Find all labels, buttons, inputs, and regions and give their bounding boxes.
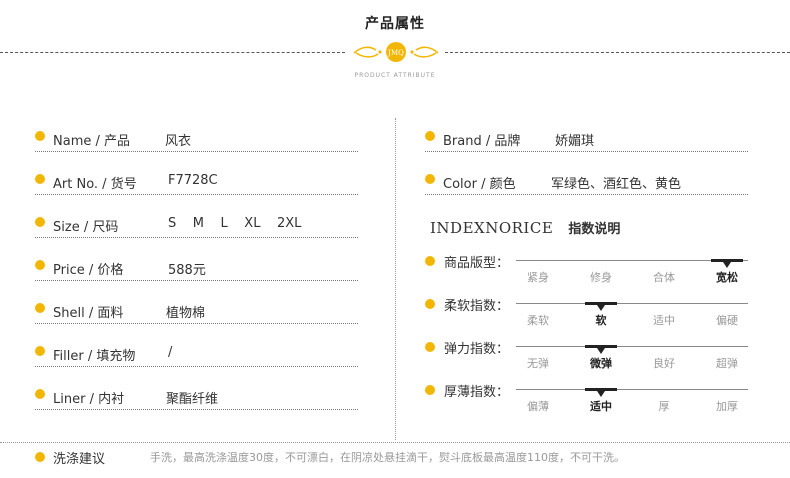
scale-option: 偏硬: [716, 314, 738, 327]
bullet-icon: [425, 385, 435, 395]
attribute-label: Name / 产品: [53, 134, 130, 149]
care-label: 洗涤建议: [53, 452, 106, 467]
scale-option: 适中: [590, 400, 612, 413]
index-title-en: INDEXNORICE: [430, 219, 554, 237]
bullet-icon: [35, 174, 45, 184]
bullet-icon: [35, 131, 45, 141]
scale-option: 厚: [658, 400, 670, 413]
attribute-label: Art No. / 货号: [53, 177, 137, 192]
bullet-icon: [35, 260, 45, 270]
section-subtitle: PRODUCT ATTRIBUTE: [354, 72, 436, 79]
scale-label: 厚薄指数：: [444, 385, 510, 400]
scale-option: 合体: [653, 271, 675, 284]
bullet-icon: [425, 256, 435, 266]
attribute-value: 588元: [168, 263, 206, 278]
bullet-icon: [35, 303, 45, 313]
column-divider: [395, 118, 396, 440]
brand-emblem: JMQ: [353, 42, 439, 62]
scale-pointer-icon: [597, 348, 605, 354]
attribute-label: Size / 尺码: [53, 220, 119, 235]
attribute-label: Color / 颜色: [443, 177, 516, 192]
header-divider-left: [0, 52, 345, 53]
scale-option: 无弹: [527, 357, 549, 370]
bullet-icon: [425, 131, 435, 141]
footer-divider: [0, 442, 790, 443]
bullet-icon: [35, 346, 45, 356]
attribute-row: Price / 价格 588元: [35, 251, 358, 281]
attribute-row: Size / 尺码 S M L XL 2XL: [35, 208, 358, 238]
attribute-row: Color / 颜色 军绿色、酒红色、黄色: [425, 165, 748, 195]
scale-pointer-icon: [723, 262, 731, 268]
scale-option: 偏薄: [527, 400, 549, 413]
bullet-icon: [35, 452, 45, 462]
scale-track: [516, 346, 748, 347]
attribute-value: 娇媚琪: [555, 134, 595, 149]
scale-pointer-icon: [597, 391, 605, 397]
scale-track: [516, 303, 748, 304]
attribute-label: Brand / 品牌: [443, 134, 521, 149]
scale-option: 宽松: [716, 271, 738, 284]
scale-option: 适中: [653, 314, 675, 327]
header-divider-right: [445, 52, 790, 53]
attribute-value: 植物棉: [166, 306, 206, 321]
scale-option: 柔软: [527, 314, 549, 327]
section-title: 产品属性: [365, 16, 425, 32]
attribute-value: /: [168, 345, 173, 360]
attribute-value: 军绿色、酒红色、黄色: [551, 177, 682, 192]
attribute-label: Shell / 面料: [53, 306, 124, 321]
scale-option: 紧身: [527, 271, 549, 284]
attribute-label: Price / 价格: [53, 263, 124, 278]
bullet-icon: [35, 217, 45, 227]
attribute-label: Filler / 填充物: [53, 349, 136, 364]
emblem-text: JMQ: [387, 49, 404, 57]
attribute-value: 风衣: [165, 134, 192, 149]
scale-pointer-icon: [597, 305, 605, 311]
attribute-row: Liner / 内衬 聚酯纤维: [35, 380, 358, 410]
scale-label: 商品版型：: [444, 256, 510, 271]
scale-option: 软: [595, 314, 607, 327]
scale-track: [516, 389, 748, 390]
attribute-row: Art No. / 货号 F7728C: [35, 165, 358, 195]
scale-option: 修身: [590, 271, 612, 284]
care-instructions: 手洗，最高洗涤温度30度，不可漂白，在阴凉处悬挂滴干，熨斗底板最高温度110度，…: [150, 451, 625, 464]
attribute-row: Shell / 面料 植物棉: [35, 294, 358, 324]
scale-option: 超弹: [716, 357, 738, 370]
attribute-row: Filler / 填充物 /: [35, 337, 358, 367]
scale-label: 柔软指数：: [444, 299, 510, 314]
bullet-icon: [425, 342, 435, 352]
bullet-icon: [425, 174, 435, 184]
bullet-icon: [425, 299, 435, 309]
bullet-icon: [35, 389, 45, 399]
attribute-value: S M L XL 2XL: [168, 216, 302, 231]
scale-option: 良好: [653, 357, 675, 370]
attribute-label: Liner / 内衬: [53, 392, 125, 407]
index-title: INDEXNORICE 指数说明: [430, 218, 620, 237]
attribute-value: F7728C: [168, 173, 218, 188]
scale-option: 加厚: [716, 400, 738, 413]
attribute-value: 聚酯纤维: [166, 392, 219, 407]
index-title-zh: 指数说明: [568, 222, 621, 237]
scale-label: 弹力指数：: [444, 342, 510, 357]
attribute-row: Name / 产品 风衣: [35, 122, 358, 152]
scale-option: 微弹: [590, 357, 612, 370]
attribute-row: Brand / 品牌 娇媚琪: [425, 122, 748, 152]
